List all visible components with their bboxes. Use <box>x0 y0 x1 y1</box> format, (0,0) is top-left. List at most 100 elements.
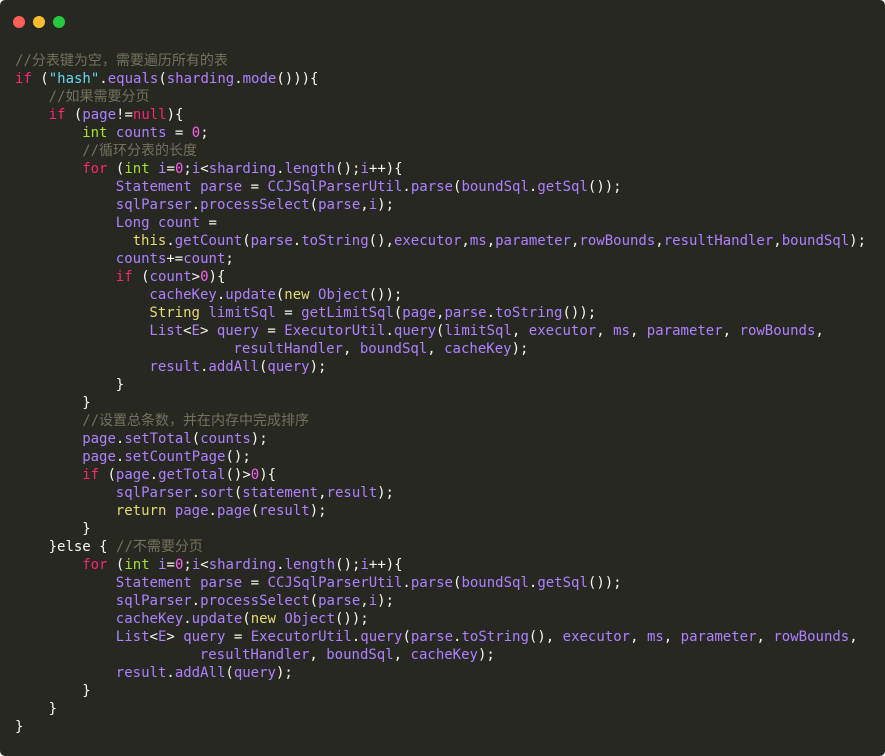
code-line: int counts = 0; <box>15 124 885 142</box>
code-token: result <box>115 665 167 681</box>
code-line: for (int i=0;i<sharding.length();i++){ <box>15 160 885 178</box>
code-token: i <box>368 593 378 609</box>
code-token: } <box>82 521 91 537</box>
code-token: getCount <box>174 233 243 249</box>
code-token: ( <box>402 629 411 645</box>
code-comment: //分表键为空，需要遍历所有的表 <box>15 53 228 69</box>
code-token: , <box>722 323 740 339</box>
code-token: Object <box>284 611 335 627</box>
code-token: if <box>82 467 100 483</box>
code-token: . <box>99 71 108 87</box>
code-token: parse <box>410 575 453 591</box>
code-token: CCJSqlParserUtil <box>267 575 403 591</box>
code-token: page <box>115 467 150 483</box>
code-token: . <box>276 161 285 177</box>
code-token: ); <box>309 503 327 519</box>
maximize-button[interactable] <box>53 16 65 28</box>
code-token: resultHandler <box>199 647 310 663</box>
code-token: ); <box>511 341 529 357</box>
close-button[interactable] <box>13 16 25 28</box>
code-token: } <box>82 683 91 699</box>
code-token: . <box>402 179 411 195</box>
code-line: if ("hash".equals(sharding.mode())){ <box>15 70 885 88</box>
code-token: i <box>158 557 167 573</box>
code-token: , <box>756 629 774 645</box>
code-token: result <box>326 485 378 501</box>
code-token: "hash" <box>48 71 100 87</box>
code-token: cacheKey <box>149 287 217 303</box>
code-token: ); <box>377 593 394 609</box>
code-token: , <box>849 629 858 645</box>
code-token: = <box>275 305 302 321</box>
code-token: ( <box>233 485 243 501</box>
code-token: ){ <box>166 107 184 123</box>
code-token: page <box>82 431 116 447</box>
code-token: parameter <box>495 233 571 249</box>
code-token: sqlParser <box>115 593 192 609</box>
code-token: ()> <box>225 467 251 483</box>
code-token: = <box>200 215 217 231</box>
code-token: if <box>115 269 133 285</box>
code-token: 0 <box>250 467 260 483</box>
minimize-button[interactable] <box>33 16 45 28</box>
code-line: page.setTotal(counts); <box>15 430 885 448</box>
code-token: . <box>486 305 496 321</box>
code-token: toString <box>495 305 563 321</box>
code-token: int <box>82 125 108 141</box>
code-line: cacheKey.update(new Object()); <box>15 610 885 628</box>
code-token: page <box>82 107 117 123</box>
code-token: rowBounds <box>773 629 850 645</box>
code-token: ); <box>477 647 495 663</box>
code-token: ( <box>132 269 150 285</box>
code-line: } <box>15 682 885 700</box>
code-line: if (count>0){ <box>15 268 885 286</box>
code-token: ); <box>849 233 867 249</box>
code-token: ()); <box>335 611 369 627</box>
code-comment: //如果需要分页 <box>48 89 150 105</box>
code-token: counts <box>200 431 251 447</box>
code-token: , <box>773 233 782 249</box>
code-line: cacheKey.update(new Object()); <box>15 286 885 304</box>
code-token: parse <box>318 593 361 609</box>
code-token: page <box>82 449 116 465</box>
code-token: counts <box>115 125 167 141</box>
code-token: if <box>48 107 66 123</box>
code-token: }else { <box>48 539 117 555</box>
code-token: addAll <box>174 665 226 681</box>
code-token: int <box>124 161 150 177</box>
code-token: i <box>191 161 201 177</box>
code-token: += <box>166 251 184 267</box>
code-token: ( <box>158 71 167 87</box>
code-line: result.addAll(query); <box>15 358 885 376</box>
code-token: i <box>368 197 378 213</box>
code-line: return page.page(result); <box>15 502 885 520</box>
code-token: ( <box>99 467 116 483</box>
code-token: , <box>342 341 360 357</box>
code-comment: //不需要分页 <box>116 539 203 555</box>
code-token: parameter <box>680 629 757 645</box>
code-line: //设置总条数，并在内存中完成排序 <box>15 412 885 430</box>
code-token: query <box>233 665 276 681</box>
code-token: ; <box>200 125 209 141</box>
code-token: getSql <box>537 179 588 195</box>
code-token: } <box>15 719 24 735</box>
code-token: parse <box>200 179 243 195</box>
code-token: sharding <box>208 557 277 573</box>
code-token: ()); <box>368 287 403 303</box>
code-token: . <box>183 611 192 627</box>
code-block: //分表键为空，需要遍历所有的表 if ("hash".equals(shardi… <box>15 52 885 736</box>
code-line: //循环分表的长度 <box>15 142 885 160</box>
code-token: i <box>158 161 167 177</box>
code-token: equals <box>107 71 159 87</box>
code-token: String <box>149 305 200 321</box>
code-token: ; <box>183 557 192 573</box>
code-token: , <box>309 647 327 663</box>
code-line: } <box>15 394 885 412</box>
code-token: parameter <box>646 323 723 339</box>
code-token: getSql <box>537 575 588 591</box>
code-token: , <box>655 233 664 249</box>
code-token: (); <box>335 557 361 573</box>
code-token: Object <box>318 287 369 303</box>
code-token: , <box>393 647 411 663</box>
